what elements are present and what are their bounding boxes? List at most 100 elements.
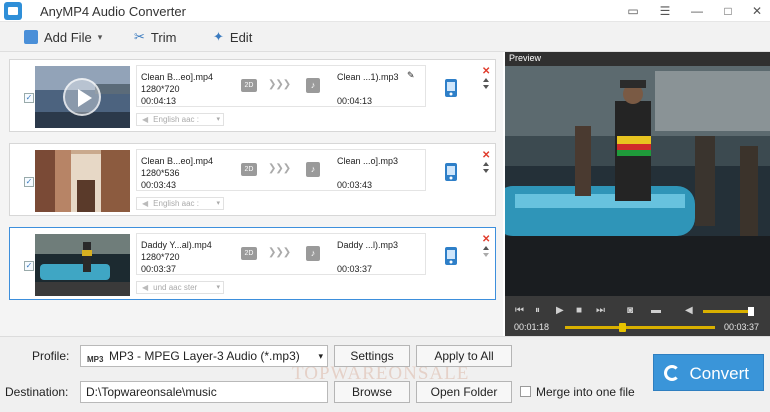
current-time: 00:01:18 [514, 322, 550, 332]
audio-track-value: English aac : [153, 115, 199, 124]
delete-icon[interactable]: ✕ [482, 66, 490, 77]
skip-forward-icon[interactable]: ⏭ [596, 305, 605, 316]
output-device-icon[interactable] [443, 246, 461, 268]
2d-badge: 2D [241, 79, 257, 92]
video-thumbnail[interactable] [35, 66, 130, 128]
chevron-down-icon: ▾ [216, 200, 220, 207]
convert-arrows-icon: ❯❯❯ [268, 79, 291, 90]
video-thumbnail[interactable] [35, 150, 130, 212]
move-down-icon[interactable] [483, 169, 489, 173]
magic-wand-icon: ✦ [213, 29, 224, 44]
preview-label: Preview [509, 53, 542, 63]
source-filename: Daddy Y...al).mp4 [141, 240, 212, 250]
profile-select[interactable]: MP3 MP3 - MPEG Layer-3 Audio (*.mp3) ▾ [80, 345, 328, 367]
play-icon[interactable] [63, 78, 101, 116]
speaker-icon: ◀ [142, 199, 149, 208]
minimize-icon[interactable]: — [688, 3, 706, 19]
file-info: Daddy Y...al).mp4 1280*720 00:03:37 2D ❯… [136, 233, 426, 275]
output-duration: 00:03:37 [337, 264, 373, 274]
volume-icon[interactable]: ◀ [685, 305, 693, 316]
file-row[interactable]: ✓ Clean B...eo].mp4 1280*720 00:04:13 2D… [9, 59, 496, 132]
source-filename: Clean B...eo].mp4 [141, 72, 214, 82]
audio-track-select[interactable]: ◀ und aac ster ▾ [136, 281, 224, 294]
row-checkbox[interactable]: ✓ [24, 93, 34, 103]
add-file-button[interactable]: Add File ▾ [24, 28, 102, 46]
convert-arrows-icon: ❯❯❯ [268, 247, 291, 258]
volume-handle[interactable] [747, 307, 754, 316]
trim-label: Trim [150, 29, 177, 45]
move-down-icon[interactable] [483, 85, 489, 89]
source-duration: 00:03:43 [141, 180, 177, 190]
camera-icon[interactable]: ◙ [627, 305, 633, 316]
2d-badge: 2D [241, 247, 257, 260]
browse-button[interactable]: Browse [334, 381, 410, 403]
merge-checkbox[interactable] [520, 386, 531, 397]
edit-label: Edit [229, 29, 253, 45]
chevron-down-icon: ▾ [318, 351, 323, 361]
2d-badge: 2D [241, 163, 257, 176]
output-device-icon[interactable] [443, 162, 461, 184]
chevron-down-icon[interactable]: ▾ [98, 32, 103, 43]
stop-icon[interactable]: ■ [576, 305, 582, 316]
add-file-icon [24, 30, 38, 44]
speaker-icon: ◀ [142, 115, 149, 124]
pause-icon[interactable]: ⏸ [535, 305, 540, 316]
output-filename: Clean ...1).mp3 [337, 72, 399, 82]
move-up-icon[interactable] [483, 78, 489, 82]
row-checkbox[interactable]: ✓ [24, 261, 34, 271]
trim-button[interactable]: ✂ Trim [134, 28, 176, 46]
source-resolution: 1280*720 [141, 252, 180, 262]
settings-button[interactable]: Settings [334, 345, 410, 367]
output-device-icon[interactable] [443, 78, 461, 100]
video-thumbnail[interactable] [35, 234, 130, 296]
play-icon[interactable]: ▶ [556, 305, 564, 316]
close-icon[interactable]: ✕ [748, 3, 766, 19]
file-row[interactable]: ✓ Daddy Y...al).mp4 1280*720 00:03:37 2D… [9, 227, 496, 300]
volume-slider[interactable] [703, 307, 754, 316]
edit-button[interactable]: ✦ Edit [213, 28, 252, 46]
seek-bar[interactable] [565, 323, 715, 332]
title-bar: AnyMP4 Audio Converter ▭ ☰ — □ ✕ [0, 0, 770, 22]
profile-value: MP3 - MPEG Layer-3 Audio (*.mp3) [109, 349, 300, 363]
audio-track-value: English aac : [153, 199, 199, 208]
audio-track-select[interactable]: ◀ English aac : ▾ [136, 197, 224, 210]
row-checkbox[interactable]: ✓ [24, 177, 34, 187]
file-row[interactable]: ✓ Clean B...eo].mp4 1280*536 00:03:43 2D… [9, 143, 496, 216]
menu-icon[interactable]: ☰ [656, 3, 674, 19]
preview-panel: Preview 00:01:18 00:03:37 ⏮ ⏸ ▶ ■ ⏭ ◙ ▬ [505, 52, 770, 336]
output-filename: Clean ...o].mp3 [337, 156, 399, 166]
delete-icon[interactable]: ✕ [482, 234, 490, 245]
music-note-icon: ♪ [306, 246, 320, 261]
rename-pencil-icon[interactable]: ✎ [407, 70, 415, 81]
music-note-icon: ♪ [306, 162, 320, 177]
audio-track-select[interactable]: ◀ English aac : ▾ [136, 113, 224, 126]
seek-handle[interactable] [619, 323, 626, 332]
move-up-icon[interactable] [483, 246, 489, 250]
feedback-icon[interactable]: ▭ [624, 3, 642, 19]
destination-input[interactable]: D:\Topwareonsale\music [80, 381, 328, 403]
output-duration: 00:04:13 [337, 96, 373, 106]
file-info: Clean B...eo].mp4 1280*536 00:03:43 2D ❯… [136, 149, 426, 191]
bottom-settings-bar: TOPWAREONSALE Profile: MP3 MP3 - MPEG La… [0, 336, 770, 412]
app-logo-icon [4, 2, 22, 20]
window-title: AnyMP4 Audio Converter [40, 4, 186, 19]
maximize-icon[interactable]: □ [719, 3, 737, 19]
move-down-icon[interactable] [483, 253, 489, 257]
open-folder-button[interactable]: Open Folder [416, 381, 512, 403]
preview-video[interactable] [505, 66, 770, 314]
apply-to-all-button[interactable]: Apply to All [416, 345, 512, 367]
convert-label: Convert [689, 364, 749, 383]
convert-button[interactable]: Convert [653, 354, 764, 391]
chevron-down-icon: ▾ [216, 284, 220, 291]
folder-icon[interactable]: ▬ [651, 305, 661, 316]
add-file-label: Add File [44, 29, 92, 45]
total-time: 00:03:37 [724, 322, 760, 332]
output-filename: Daddy ...l).mp3 [337, 240, 399, 250]
skip-back-icon[interactable]: ⏮ [515, 305, 524, 316]
delete-icon[interactable]: ✕ [482, 150, 490, 161]
move-up-icon[interactable] [483, 162, 489, 166]
convert-arrows-icon: ❯❯❯ [268, 163, 291, 174]
source-filename: Clean B...eo].mp4 [141, 156, 214, 166]
destination-label: Destination: [5, 385, 69, 399]
profile-label: Profile: [32, 349, 70, 363]
